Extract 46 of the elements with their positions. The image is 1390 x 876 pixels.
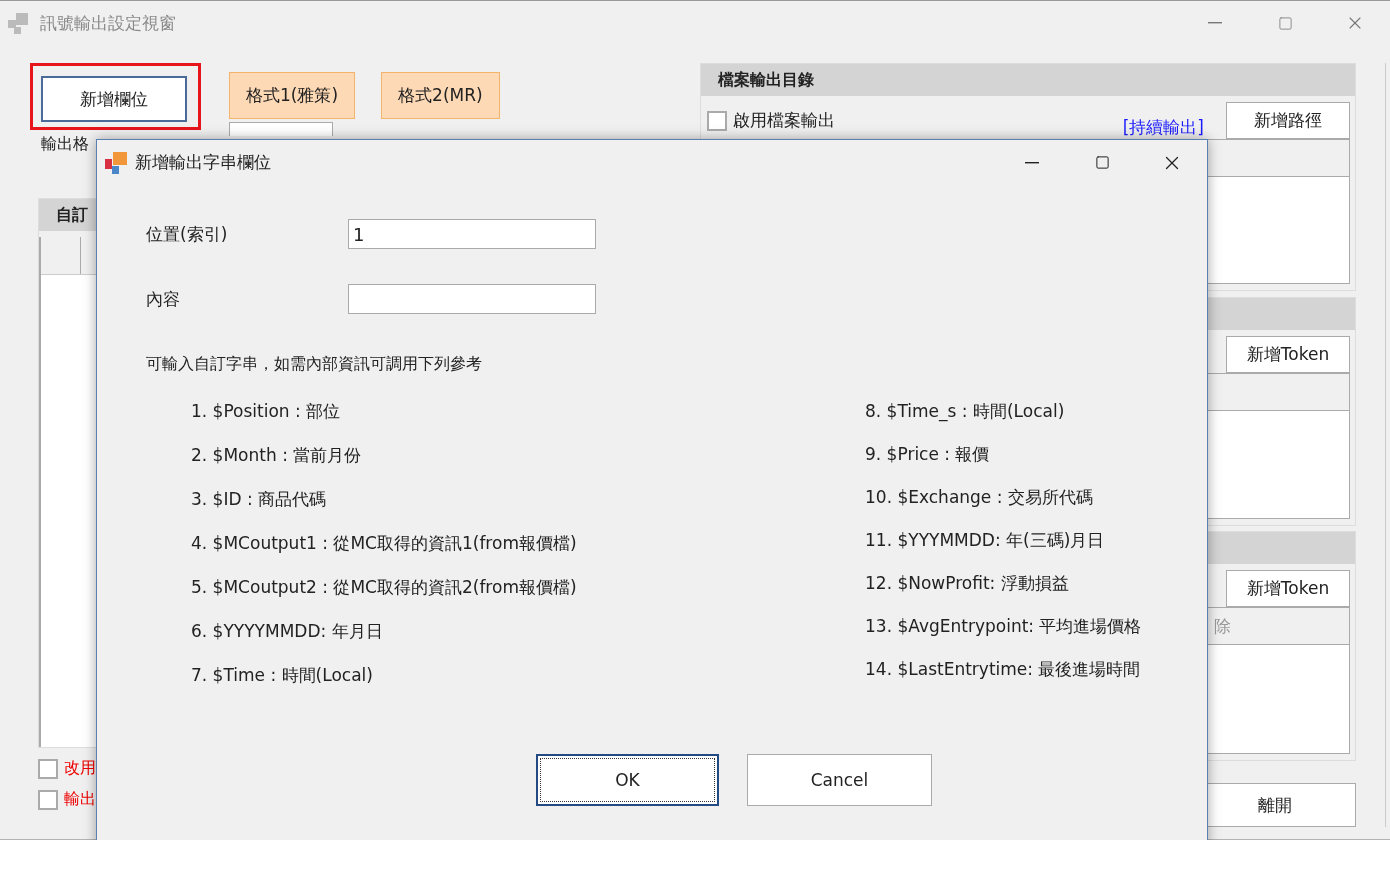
variable-item: 3. $ID : 商品代碼	[191, 488, 328, 510]
variable-item: 9. $Price : 報價	[865, 443, 991, 465]
add-token-button[interactable]: 新增Token	[1226, 336, 1350, 373]
variable-item: 5. $MCoutput2 : 從MC取得的資訊2(from報價檔)	[191, 576, 578, 598]
format-button[interactable]: 格式1(雅策)	[229, 72, 356, 119]
variable-item: 13. $AvgEntrypoint: 平均進場價格	[865, 615, 1143, 637]
maximize-icon	[1277, 15, 1293, 31]
checkbox-label: 啟用檔案輸出	[733, 109, 835, 132]
variable-item: 4. $MCoutput1 : 從MC取得的資訊1(from報價檔)	[191, 532, 578, 554]
variable-item: 11. $YYYMMDD: 年(三碼)月日	[865, 529, 1106, 551]
format-button[interactable]: 格式2(MR)	[381, 72, 500, 119]
hint-text: 可輸入自訂字串，如需內部資訊可調用下列參考	[146, 353, 483, 375]
count-label: 輸出格	[41, 134, 90, 154]
add-token-button[interactable]: 新增Token	[1226, 570, 1350, 607]
panel-title: 檔案輸出目錄	[718, 69, 814, 91]
field-label: 位置(索引)	[146, 222, 229, 246]
dialog-title: 新增輸出字串欄位	[135, 151, 271, 174]
group-title: 自訂	[56, 204, 88, 226]
variable-item: 8. $Time_s : 時間(Local)	[865, 400, 1066, 422]
dialog-button[interactable]: OK	[536, 754, 719, 806]
window-title: 訊號輸出設定視窗	[40, 11, 176, 35]
dialog-button[interactable]: Cancel	[747, 754, 932, 806]
input-field[interactable]: 1	[348, 219, 596, 249]
checkbox[interactable]	[707, 110, 727, 131]
variable-item: 6. $YYYYMMDD: 年月日	[191, 620, 384, 642]
variable-item: 14. $LastEntrytime: 最後進場時間	[865, 658, 1142, 680]
minimize-icon	[1208, 22, 1222, 24]
field-label: 內容	[146, 287, 181, 311]
variable-item: 2. $Month : 當前月份	[191, 444, 363, 466]
variable-item: 1. $Position : 部位	[191, 400, 342, 422]
checkbox[interactable]	[38, 758, 58, 779]
add-field-button[interactable]: 新增欄位	[41, 76, 187, 122]
minimize-icon	[1025, 161, 1039, 164]
checkbox[interactable]	[38, 789, 58, 810]
maximize-icon	[1094, 155, 1110, 170]
continuous-output-link[interactable]: [持續輸出]	[1122, 116, 1204, 139]
option-label: 輸出	[64, 789, 96, 810]
variable-item: 12. $NowProfit: 浮動損益	[865, 572, 1070, 594]
option-label: 改用	[64, 758, 96, 779]
app-icon	[105, 150, 129, 175]
variable-item: 10. $Exchange : 交易所代碼	[865, 486, 1094, 508]
input-field[interactable]	[348, 284, 596, 314]
add-path-button[interactable]: 新增路徑	[1226, 102, 1350, 139]
count-field[interactable]	[229, 122, 333, 136]
column-header: 除	[1214, 614, 1231, 638]
variable-item: 7. $Time : 時間(Local)	[191, 664, 374, 686]
